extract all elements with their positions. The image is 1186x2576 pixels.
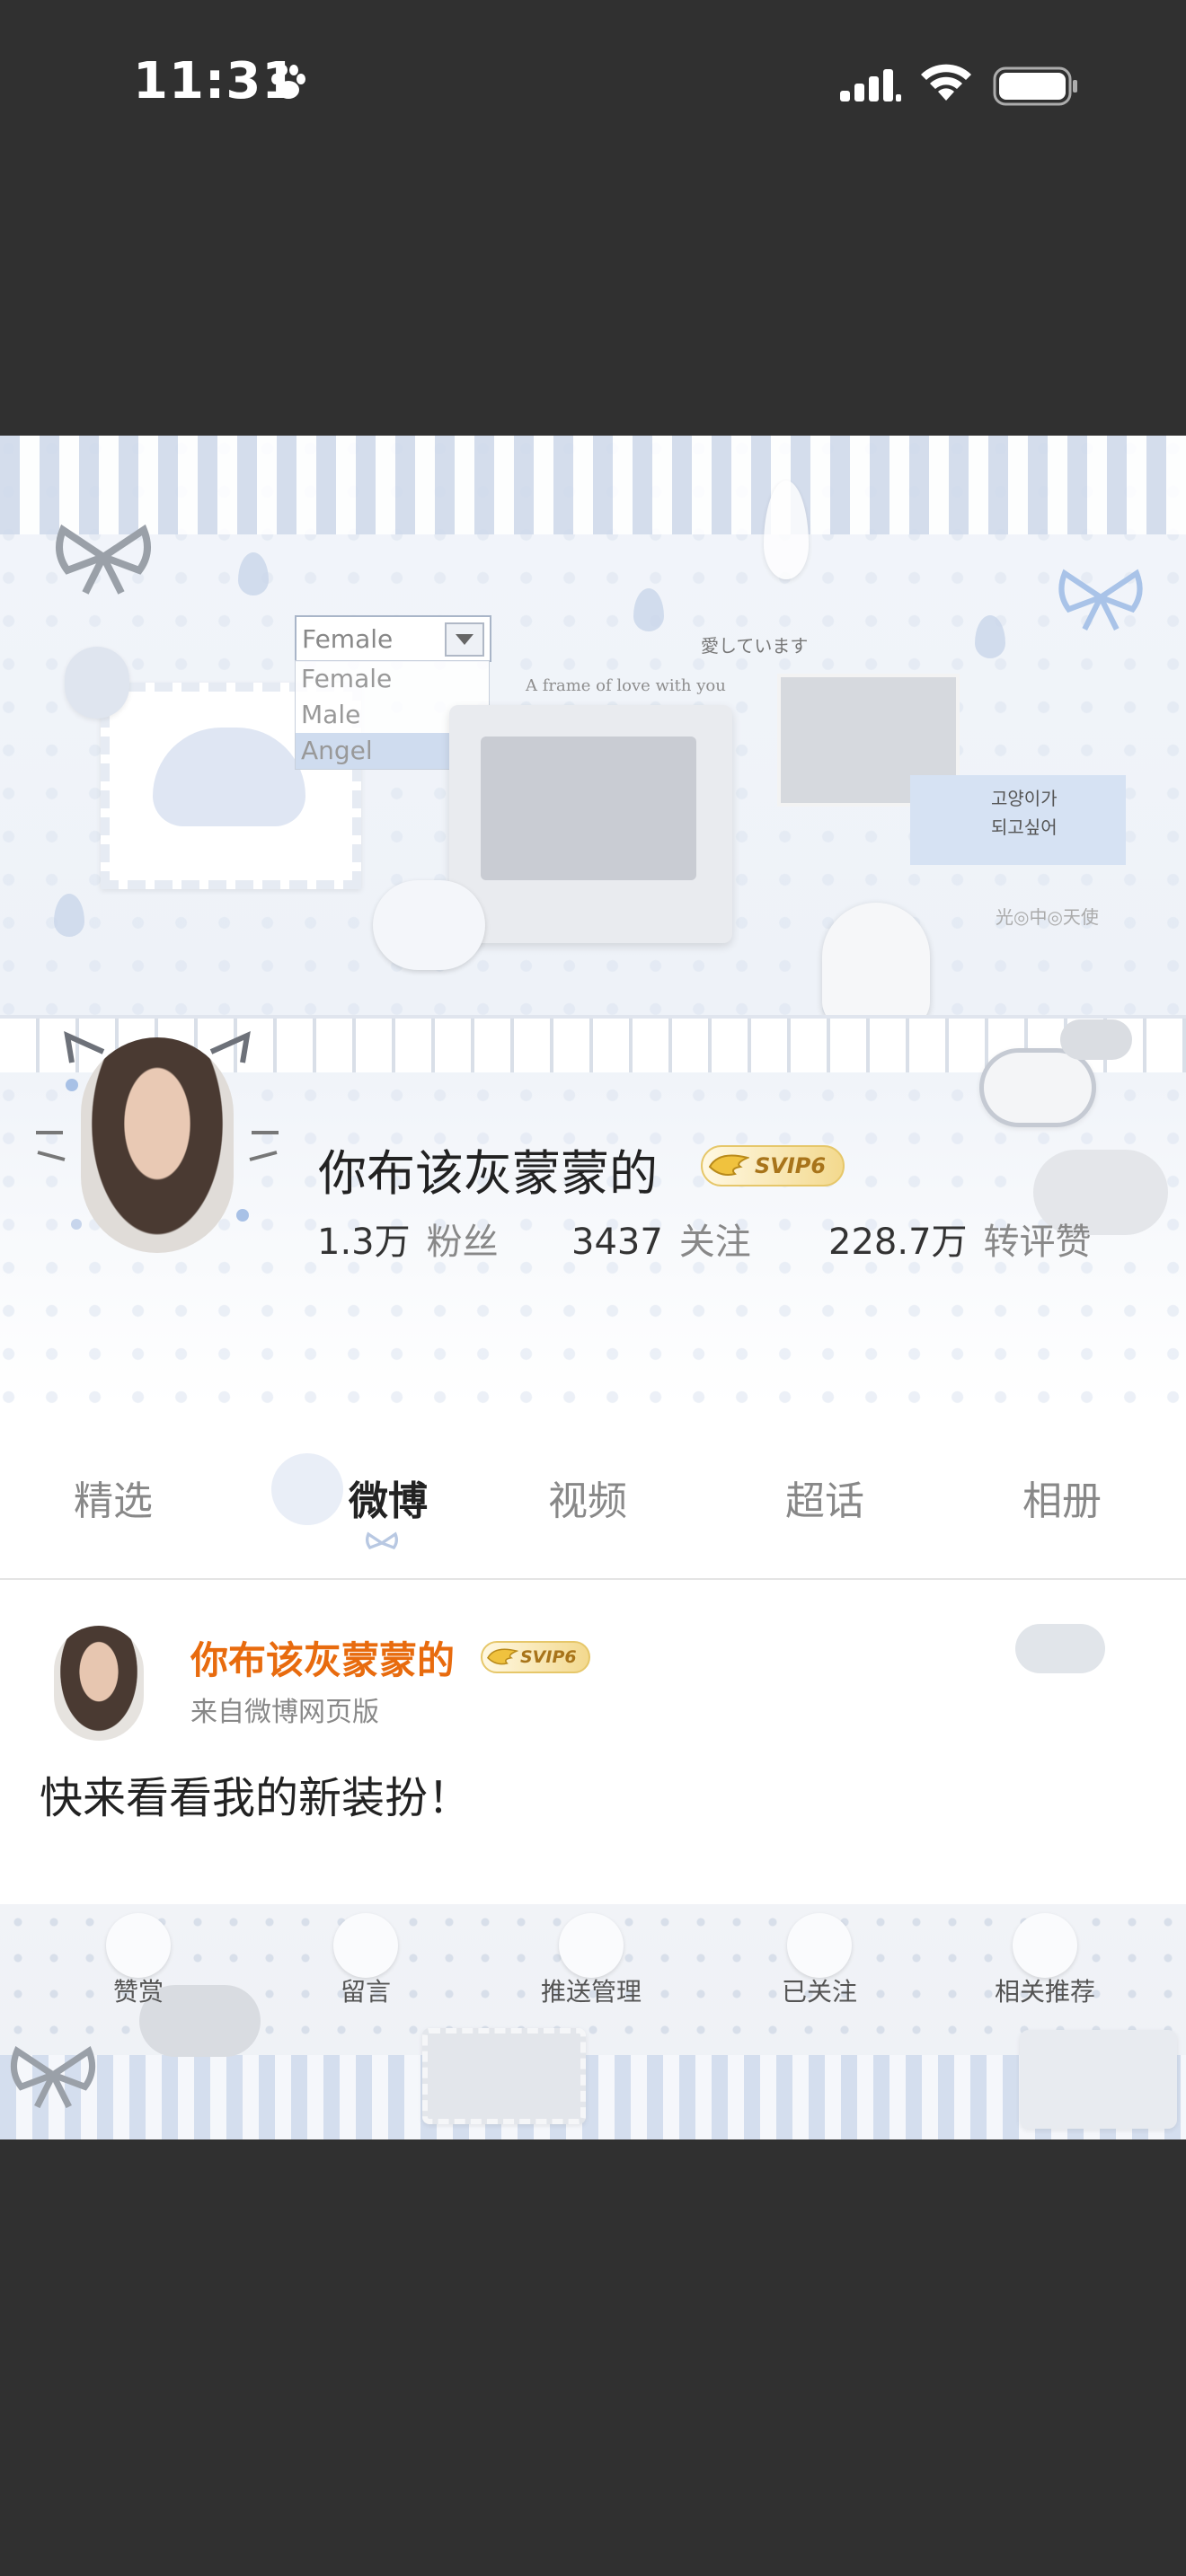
umbrella-icon (787, 1913, 852, 1978)
frame-caption: A frame of love with you (526, 676, 726, 695)
comment-label: 留言 (340, 1977, 391, 2007)
retro-monitor-icon (449, 705, 732, 943)
ghost-cat-icon (822, 903, 930, 1028)
avatar[interactable] (81, 1037, 234, 1253)
wing-icon (708, 1154, 749, 1176)
likes-count: 228.7万 (828, 1222, 968, 1263)
followers-count: 1.3万 (317, 1222, 411, 1263)
following-label: 关注 (678, 1222, 751, 1263)
tab-featured[interactable]: 精选 (74, 1469, 153, 1526)
profile-tabs: 精选 微博 视频 超话 相册 (0, 1469, 1186, 1558)
status-bar: 11:31 (0, 0, 1186, 171)
gender-select-value: Female (302, 624, 394, 654)
robot-mascot-icon (373, 880, 485, 970)
ribbon-bow-icon (366, 1531, 398, 1549)
cloud-icon (559, 1913, 624, 1978)
post-content: 快来看看我的新装扮！ (40, 1773, 472, 1823)
following-button-label: 已关注 (781, 1977, 857, 2007)
tab-album[interactable]: 相册 (1022, 1469, 1102, 1526)
stripe-pattern (0, 436, 1186, 534)
svip-badge-label: SVIP6 (755, 1153, 827, 1178)
following-stat[interactable]: 3437 关注 (571, 1213, 751, 1265)
jellyfish-icon (153, 728, 305, 826)
paw-icon (1013, 1913, 1077, 1978)
reward-label: 赞赏 (112, 1977, 164, 2007)
push-settings-label: 推送管理 (540, 1977, 642, 2007)
chevron-down-icon (445, 622, 484, 657)
cat-stamp-icon (1020, 2030, 1177, 2129)
following-count: 3437 (571, 1222, 663, 1263)
profile-name: 你布该灰蒙蒙的 (318, 1145, 658, 1202)
cat-cloud-icon (979, 1048, 1096, 1127)
korean-text: 고양이가 (991, 788, 1058, 809)
svip-badge[interactable]: SVIP6 (701, 1145, 845, 1187)
comment-button[interactable]: 留言 (294, 1904, 438, 2030)
svip-badge[interactable]: SVIP6 (481, 1641, 590, 1673)
related-recommendations-button[interactable]: 相关推荐 (973, 1904, 1117, 2030)
ribbon-bow-icon (1058, 569, 1143, 631)
likes-label: 转评赞 (983, 1222, 1092, 1263)
post-author-name[interactable]: 你布该灰蒙蒙的 (190, 1630, 455, 1685)
gender-select: Female (295, 615, 491, 662)
stripe-pattern (0, 2055, 1186, 2139)
angel-text: 光◎中◎天使 (996, 906, 1099, 928)
profile-card: Female Female Male Angel A frame of love… (0, 436, 1186, 2139)
cat-stamp-icon (422, 2028, 586, 2124)
reward-button[interactable]: 赞赏 (66, 1904, 210, 2030)
raindrop-icon (975, 615, 1005, 658)
battery-icon (993, 66, 1077, 106)
following-button[interactable]: 已关注 (748, 1904, 891, 2030)
post-action-bar: 赞赏 留言 推送管理 已关注 相关推荐 (0, 1904, 1186, 2139)
raindrop-icon (238, 552, 269, 595)
tab-weibo[interactable]: 微博 (349, 1469, 428, 1526)
related-recommendations-label: 相关推荐 (994, 1977, 1095, 2007)
cloud-icon (1015, 1624, 1105, 1673)
post-author-avatar[interactable] (54, 1626, 144, 1741)
flower-icon (333, 1913, 398, 1978)
korean-text: 되고싶어 (991, 816, 1058, 838)
push-settings-button[interactable]: 推送管理 (519, 1904, 663, 2030)
tab-divider (0, 1578, 1186, 1580)
japanese-text: 愛しています (701, 635, 809, 657)
gender-option: Female (301, 664, 393, 693)
ribbon-bow-icon (10, 2045, 96, 2109)
marshmallow-icon (65, 647, 129, 719)
raindrop-icon (633, 588, 664, 631)
post-source: 来自微博网页版 (190, 1697, 379, 1728)
followers-label: 粉丝 (426, 1222, 499, 1263)
svip-badge-label: SVIP6 (520, 1647, 577, 1667)
cellular-signal-icon (840, 69, 901, 101)
paw-icon (271, 65, 305, 99)
ribbon-bow-icon (56, 524, 151, 595)
korean-sticker: 고양이가 되고싶어 (910, 775, 1126, 865)
cat-face-icon (106, 1913, 171, 1978)
followers-stat[interactable]: 1.3万 粉丝 (317, 1213, 499, 1265)
wing-icon (486, 1648, 518, 1665)
raindrop-icon (54, 894, 84, 937)
wifi-icon (921, 64, 971, 101)
tab-supertopic[interactable]: 超话 (785, 1469, 864, 1526)
cloud-icon (1060, 1019, 1132, 1060)
likes-stat[interactable]: 228.7万 转评赞 (828, 1213, 1092, 1265)
tab-video[interactable]: 视频 (548, 1469, 627, 1526)
